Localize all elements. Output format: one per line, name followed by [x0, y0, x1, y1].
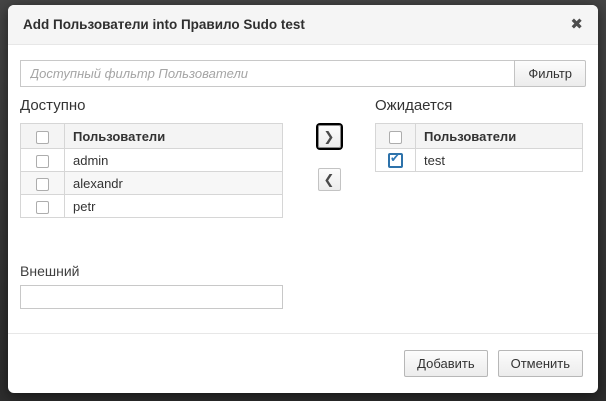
row-checkbox[interactable]: ✔	[36, 154, 49, 168]
available-select-all-checkbox[interactable]: ✔	[36, 130, 49, 144]
prospective-heading: Ожидается	[375, 97, 453, 114]
dialog-body: Фильтр Доступно ✔	[8, 45, 598, 333]
chevron-right-icon: ❯	[323, 128, 335, 144]
available-header-row: ✔ Пользователи	[20, 123, 283, 149]
available-column-header: Пользователи	[64, 123, 283, 149]
close-icon[interactable]: ✖	[570, 17, 583, 32]
prospective-section: Ожидается ✔ Пользователи	[375, 97, 583, 218]
prospective-header-row: ✔ Пользователи	[375, 123, 583, 149]
table-row[interactable]: ✔ test	[375, 148, 583, 172]
filter-input[interactable]	[20, 60, 515, 87]
external-input[interactable]	[20, 285, 283, 309]
filter-group: Фильтр	[20, 60, 586, 87]
row-label: admin	[64, 148, 283, 172]
available-table: ✔ Пользователи ✔	[20, 123, 283, 218]
row-label: test	[415, 148, 583, 172]
check-icon: ✔	[390, 151, 401, 166]
dialog-title: Add Пользователи into Правило Sudo test	[23, 17, 305, 32]
add-users-dialog: Add Пользователи into Правило Sudo test …	[8, 5, 598, 393]
prospective-table: ✔ Пользователи ✔	[375, 123, 583, 172]
filter-button[interactable]: Фильтр	[514, 60, 586, 87]
table-row[interactable]: ✔ admin	[20, 148, 283, 172]
table-row[interactable]: ✔ alexandr	[20, 171, 283, 195]
available-section: Доступно ✔ Пользователи	[20, 97, 283, 218]
prospective-select-all-checkbox[interactable]: ✔	[389, 130, 402, 144]
adder-columns: Доступно ✔ Пользователи	[20, 97, 586, 218]
prospective-column-header: Пользователи	[415, 123, 583, 149]
move-left-button[interactable]: ❮	[317, 168, 341, 191]
row-label: alexandr	[64, 171, 283, 195]
available-heading: Доступно	[20, 97, 86, 114]
chevron-left-icon: ❮	[323, 171, 335, 187]
move-buttons: ❯ ❮	[283, 97, 375, 218]
dialog-footer: Добавить Отменить	[8, 333, 598, 393]
external-section: Внешний	[20, 263, 586, 309]
add-button[interactable]: Добавить	[404, 350, 488, 377]
row-label: petr	[64, 194, 283, 218]
move-right-button[interactable]: ❯	[317, 125, 341, 148]
dialog-header: Add Пользователи into Правило Sudo test …	[8, 5, 598, 45]
external-label: Внешний	[20, 263, 80, 279]
table-row[interactable]: ✔ petr	[20, 194, 283, 218]
row-checkbox[interactable]: ✔	[36, 177, 49, 191]
cancel-button[interactable]: Отменить	[497, 350, 583, 377]
row-checkbox[interactable]: ✔	[388, 151, 403, 169]
row-checkbox[interactable]: ✔	[36, 200, 49, 214]
